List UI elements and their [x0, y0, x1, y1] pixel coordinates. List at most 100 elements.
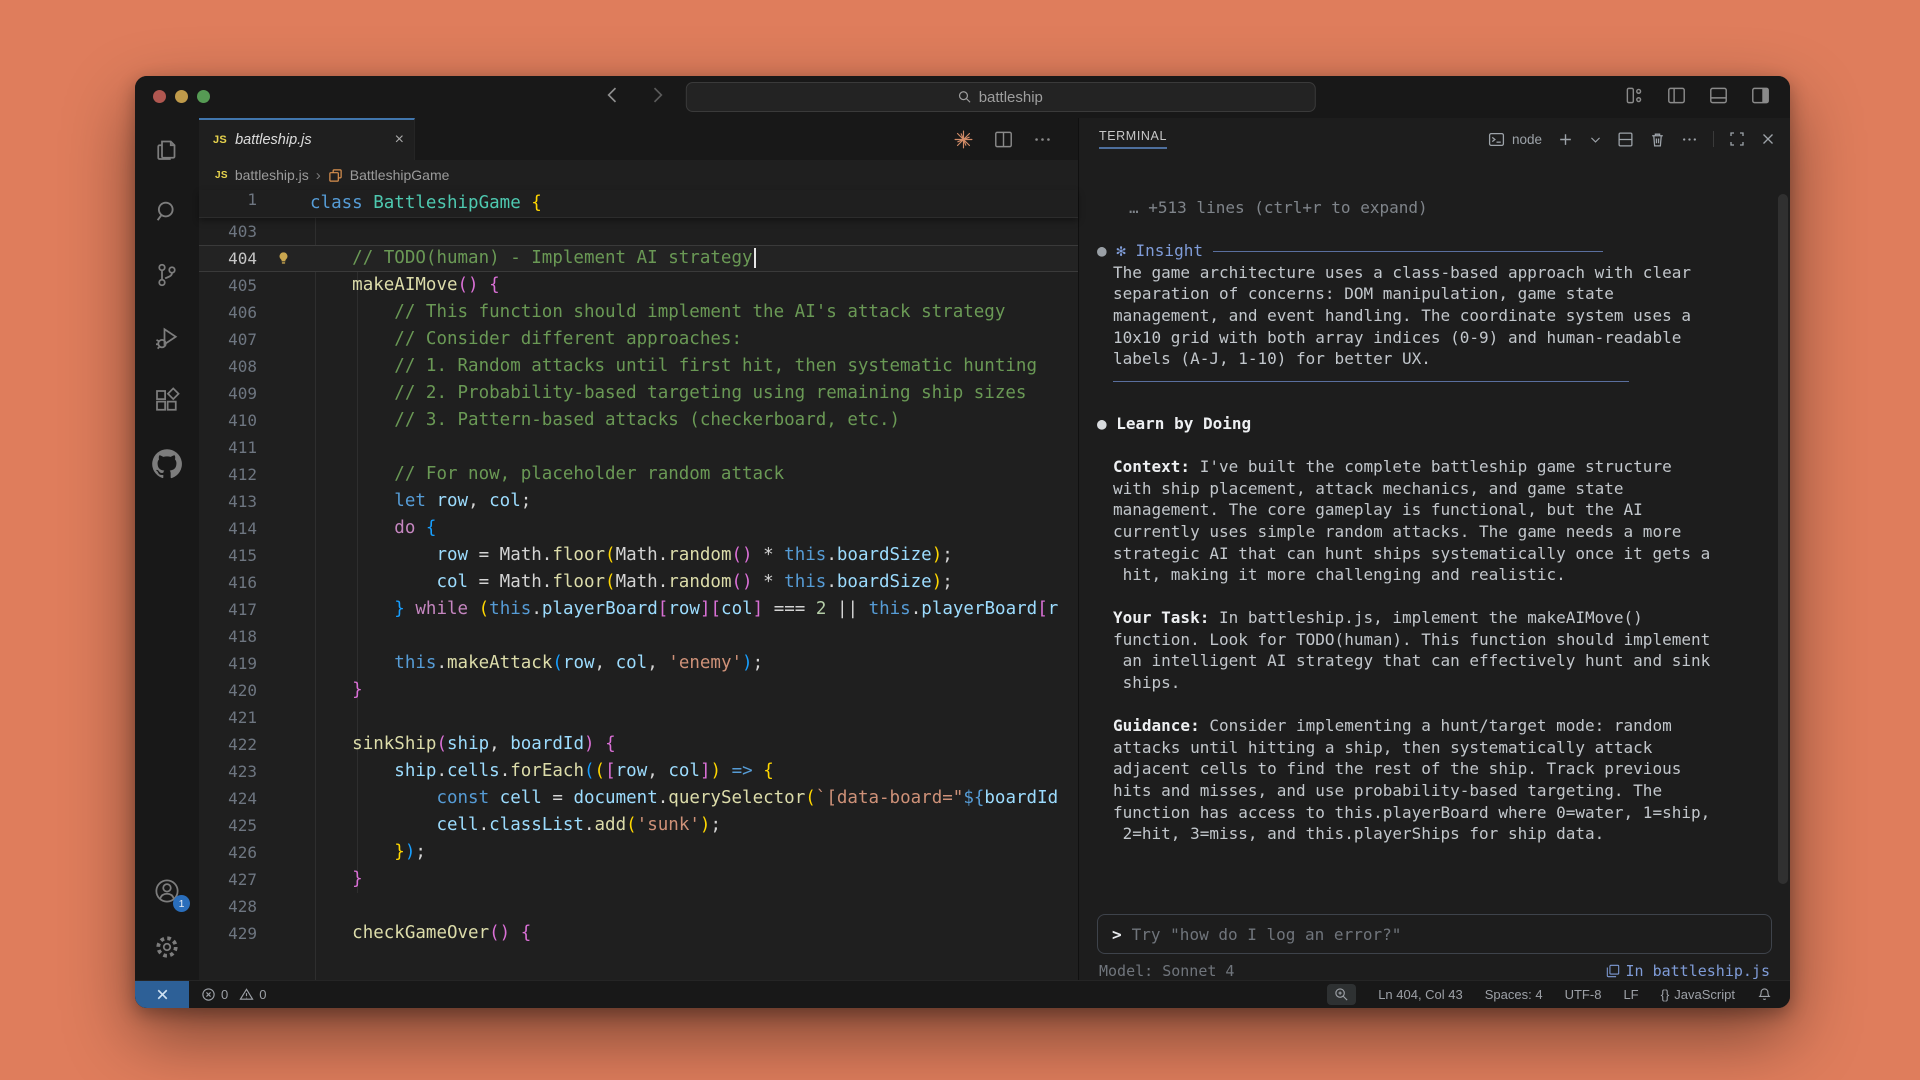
code-line[interactable]: 409 // 2. Probability-based targeting us… [199, 380, 1078, 407]
code-line[interactable]: 403 [199, 218, 1078, 245]
code-line[interactable]: 416 col = Math.floor(Math.random() * thi… [199, 569, 1078, 596]
activity-bar: 1 [135, 118, 199, 980]
cursor-position-status[interactable]: Ln 404, Col 43 [1378, 987, 1463, 1002]
split-terminal-icon[interactable] [1617, 131, 1634, 148]
command-center-search[interactable]: battleship [685, 82, 1315, 112]
code-line[interactable]: 417 } while (this.playerBoard[row][col] … [199, 596, 1078, 623]
code-line[interactable]: 405 makeAIMove() { [199, 272, 1078, 299]
github-icon[interactable] [150, 447, 184, 481]
error-count: 0 [221, 987, 228, 1002]
close-window-button[interactable] [153, 90, 166, 103]
indentation-status[interactable]: Spaces: 4 [1485, 987, 1543, 1002]
code-line[interactable]: 411 [199, 434, 1078, 461]
code-line[interactable]: 429 checkGameOver() { [199, 920, 1078, 947]
close-panel-icon[interactable] [1760, 131, 1776, 147]
code-text: // 1. Random attacks until first hit, th… [310, 353, 1037, 380]
toggle-panel-icon[interactable] [1709, 86, 1728, 105]
line-number: 415 [199, 546, 257, 565]
breadcrumb[interactable]: JS battleship.js › BattleshipGame [199, 160, 1078, 190]
code-line[interactable]: 423 ship.cells.forEach(([row, col]) => { [199, 758, 1078, 785]
search-value: battleship [979, 89, 1043, 106]
code-text: }); [310, 839, 426, 866]
terminal-scrollbar[interactable] [1778, 194, 1788, 884]
tab-battleship-js[interactable]: JS battleship.js × [199, 118, 415, 160]
terminal-line: Your Task: In battleship.js, implement t… [1097, 607, 1766, 629]
code-line[interactable]: 425 cell.classList.add('sunk'); [199, 812, 1078, 839]
code-line[interactable]: 404 // TODO(human) - Implement AI strate… [199, 245, 1078, 272]
breadcrumb-symbol[interactable]: BattleshipGame [350, 167, 450, 183]
extensions-icon[interactable] [150, 384, 184, 418]
code-text: // This function should implement the AI… [310, 299, 1005, 326]
editor-more-actions-icon[interactable] [1033, 130, 1052, 149]
code-line[interactable]: 419 this.makeAttack(row, col, 'enemy'); [199, 650, 1078, 677]
language-status[interactable]: {} JavaScript [1661, 987, 1735, 1002]
code-line[interactable]: 421 [199, 704, 1078, 731]
code-line[interactable]: 428 [199, 893, 1078, 920]
zoom-status-icon[interactable] [1327, 984, 1356, 1005]
toggle-secondary-sidebar-icon[interactable] [1751, 86, 1770, 105]
claude-starburst-icon[interactable] [953, 129, 974, 150]
sticky-scroll-line[interactable]: 1 class BattleshipGame { [199, 190, 1078, 218]
kill-terminal-trash-icon[interactable] [1649, 131, 1666, 148]
terminal-line: function. Look for TODO(human). This fun… [1097, 629, 1766, 651]
code-line[interactable]: 406 // This function should implement th… [199, 299, 1078, 326]
customize-layout-icon[interactable] [1625, 86, 1644, 105]
code-line[interactable]: 414 do { [199, 515, 1078, 542]
code-line[interactable]: 424 const cell = document.querySelector(… [199, 785, 1078, 812]
terminal-line: 2=hit, 3=miss, and this.playerShips for … [1097, 823, 1766, 845]
context-file-link[interactable]: In battleship.js [1606, 962, 1771, 980]
minimize-window-button[interactable] [175, 90, 188, 103]
zoom-window-button[interactable] [197, 90, 210, 103]
code-line[interactable]: 422 sinkShip(ship, boardId) { [199, 731, 1078, 758]
remote-indicator[interactable] [135, 981, 189, 1008]
terminal-tab[interactable]: TERMINAL [1099, 129, 1167, 149]
terminal-line: separation of concerns: DOM manipulation… [1097, 283, 1766, 305]
accounts-icon[interactable]: 1 [150, 874, 184, 908]
terminal-header: TERMINAL node [1079, 118, 1790, 160]
lightbulb-gutter[interactable] [257, 251, 310, 266]
maximize-panel-icon[interactable] [1729, 131, 1745, 147]
code-text: // 3. Pattern-based attacks (checkerboar… [310, 407, 900, 434]
terminal-more-actions-icon[interactable] [1681, 131, 1698, 148]
code-text: ship.cells.forEach(([row, col]) => { [310, 758, 774, 785]
chevron-right-icon: › [316, 167, 321, 184]
terminal-line: The game architecture uses a class-based… [1097, 262, 1766, 284]
search-sidebar-icon[interactable] [150, 195, 184, 229]
encoding-status[interactable]: UTF-8 [1565, 987, 1602, 1002]
run-debug-icon[interactable] [150, 321, 184, 355]
code-text: sinkShip(ship, boardId) { [310, 731, 616, 758]
code-line[interactable]: 418 [199, 623, 1078, 650]
titlebar[interactable]: battleship [135, 76, 1790, 118]
code-line[interactable]: 408 // 1. Random attacks until first hit… [199, 353, 1078, 380]
code-line[interactable]: 415 row = Math.floor(Math.random() * thi… [199, 542, 1078, 569]
back-icon[interactable] [603, 85, 623, 105]
settings-gear-icon[interactable] [150, 930, 184, 964]
model-label: Model: Sonnet 4 [1099, 962, 1234, 980]
code-line[interactable]: 427 } [199, 866, 1078, 893]
code-line[interactable]: 410 // 3. Pattern-based attacks (checker… [199, 407, 1078, 434]
code-editor[interactable]: 403404 // TODO(human) - Implement AI str… [199, 218, 1078, 980]
claude-prompt-input[interactable]: > Try "how do I log an error?" [1097, 914, 1772, 954]
forward-icon[interactable] [647, 85, 667, 105]
code-line[interactable]: 412 // For now, placeholder random attac… [199, 461, 1078, 488]
search-icon [958, 90, 972, 104]
code-line[interactable]: 407 // Consider different approaches: [199, 326, 1078, 353]
source-control-icon[interactable] [150, 258, 184, 292]
js-file-icon: JS [215, 170, 228, 181]
eol-status[interactable]: LF [1623, 987, 1638, 1002]
sticky-line-code: class BattleshipGame { [310, 190, 542, 217]
tab-close-icon[interactable]: × [395, 131, 404, 149]
code-line[interactable]: 420 } [199, 677, 1078, 704]
new-terminal-icon[interactable] [1557, 131, 1574, 148]
toggle-primary-sidebar-icon[interactable] [1667, 86, 1686, 105]
code-line[interactable]: 413 let row, col; [199, 488, 1078, 515]
explorer-icon[interactable] [150, 132, 184, 166]
code-line[interactable]: 426 }); [199, 839, 1078, 866]
traffic-lights [153, 90, 210, 103]
breadcrumb-file[interactable]: battleship.js [235, 167, 309, 183]
chevron-down-icon[interactable] [1589, 133, 1602, 146]
split-editor-icon[interactable] [994, 130, 1013, 149]
problems-status[interactable]: 0 0 [201, 987, 266, 1002]
divider [1713, 131, 1714, 147]
notifications-bell-icon[interactable] [1757, 987, 1772, 1002]
